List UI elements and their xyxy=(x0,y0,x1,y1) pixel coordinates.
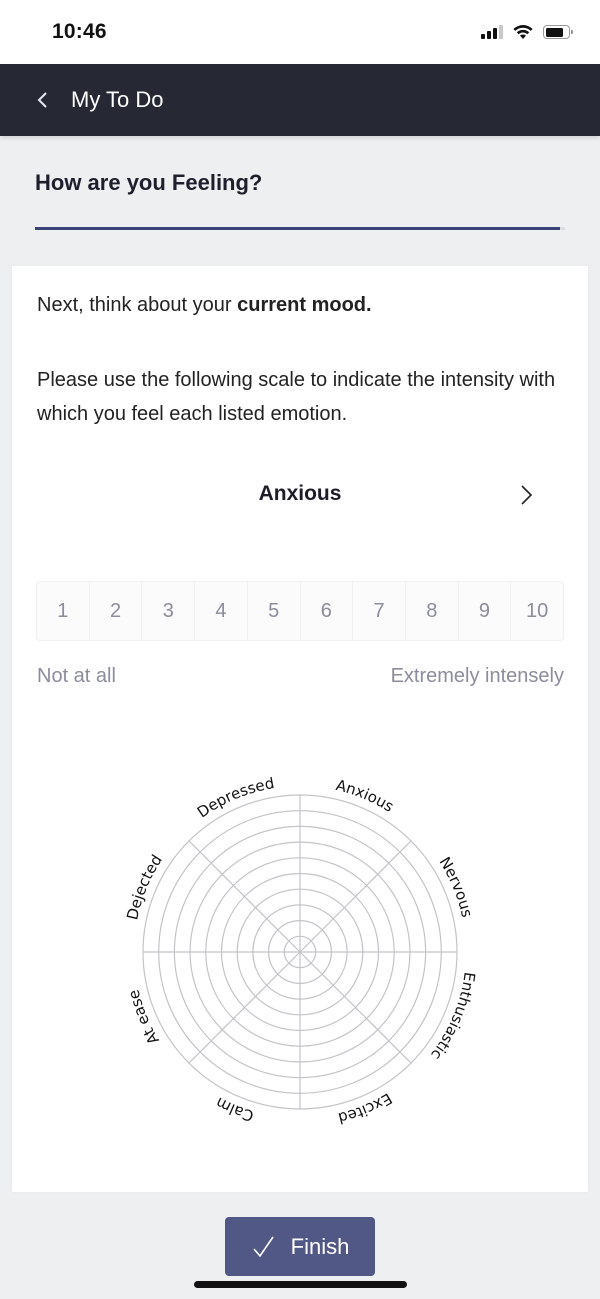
finish-label: Finish xyxy=(290,1233,350,1259)
home-indicator xyxy=(194,1281,407,1288)
mood-polar-chart: AnxiousNervousEnthusiasticExcitedCalmAt … xyxy=(123,774,479,1127)
checkmark-icon xyxy=(253,1236,274,1257)
finish-button[interactable]: Finish xyxy=(225,1217,375,1276)
